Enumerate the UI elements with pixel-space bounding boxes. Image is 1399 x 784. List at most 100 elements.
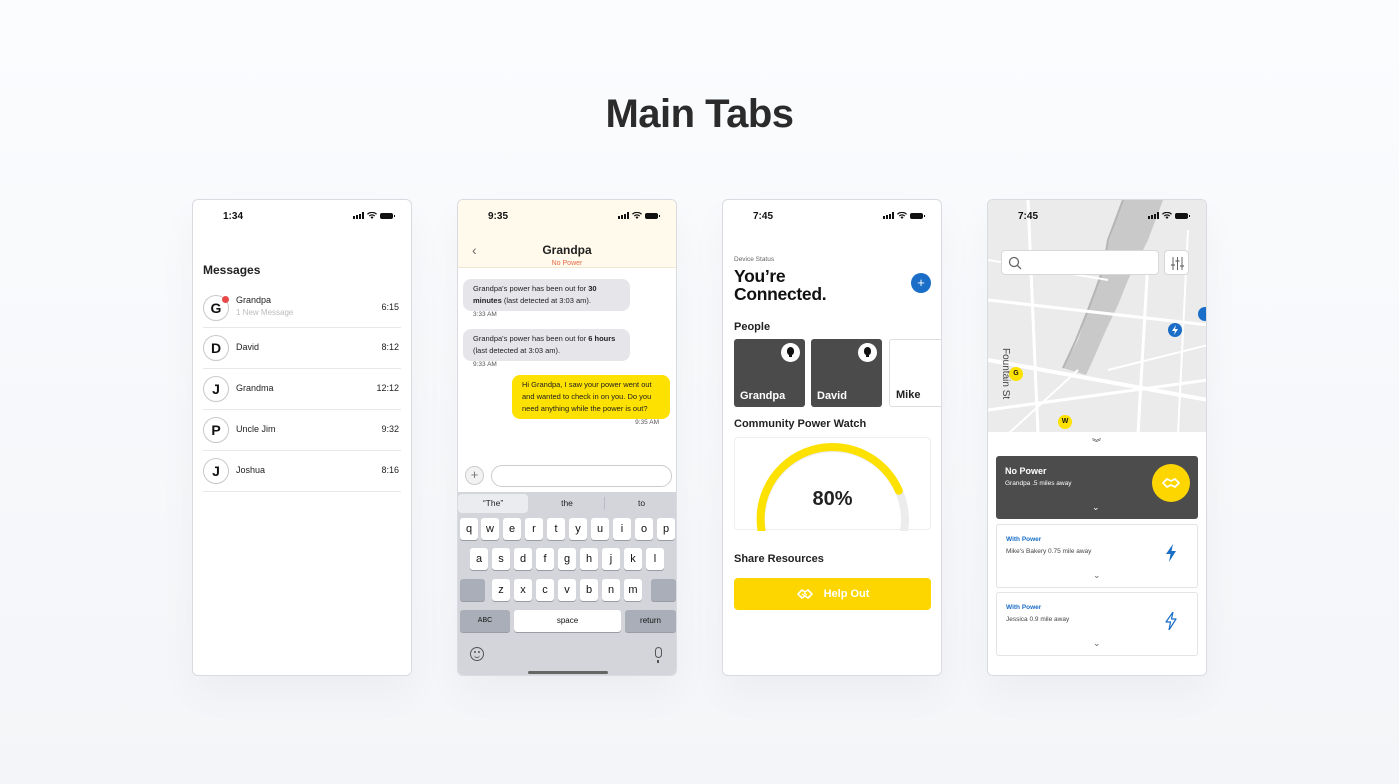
key-y[interactable]: y xyxy=(569,518,587,540)
key-t[interactable]: t xyxy=(547,518,565,540)
signal-icon xyxy=(883,212,894,219)
key-b[interactable]: b xyxy=(580,579,598,601)
key-n[interactable]: n xyxy=(602,579,620,601)
map-view[interactable]: 7:45 G W Fountain St xyxy=(988,200,1206,434)
space-key[interactable]: space xyxy=(514,610,621,632)
person-pin-w[interactable]: W xyxy=(1058,415,1072,429)
conversation-time: 9:32 xyxy=(381,424,399,434)
status-bar: 9:35 xyxy=(458,200,676,232)
map-phone: 7:45 G W Fountain St ︾ No Power Grandpa … xyxy=(987,199,1207,676)
key-p[interactable]: p xyxy=(657,518,675,540)
conversation-time: 12:12 xyxy=(376,383,399,393)
person-name: Grandpa xyxy=(740,390,786,402)
key-z[interactable]: z xyxy=(492,579,510,601)
card-subtitle: Mike's Bakery 0.75 mile away xyxy=(1006,548,1092,555)
avatar: J xyxy=(203,458,229,484)
conversation-time: 8:16 xyxy=(381,465,399,475)
chevron-down-icon[interactable]: ⌄ xyxy=(1093,570,1101,581)
key-h[interactable]: h xyxy=(580,548,598,570)
location-card-no-power[interactable]: No Power Grandpa .5 miles away ⌄ xyxy=(996,456,1198,519)
key-s[interactable]: s xyxy=(492,548,510,570)
key-l[interactable]: l xyxy=(646,548,664,570)
key-r[interactable]: r xyxy=(525,518,543,540)
outgoing-message: Hi Grandpa, I saw your power went out an… xyxy=(512,375,670,419)
key-m[interactable]: m xyxy=(624,579,642,601)
conversation-grandpa[interactable]: G Grandpa 1 New Message 6:15 xyxy=(203,288,401,328)
key-g[interactable]: g xyxy=(558,548,576,570)
status-phone: 7:45 Device Status You’re Connected. + P… xyxy=(722,199,942,676)
key-j[interactable]: j xyxy=(602,548,620,570)
key-i[interactable]: i xyxy=(613,518,631,540)
conversation-grandma[interactable]: J Grandma 12:12 xyxy=(203,369,401,410)
location-card-with-power[interactable]: With Power Mike's Bakery 0.75 mile away … xyxy=(996,524,1198,588)
device-status-label: Device Status xyxy=(734,256,775,263)
message-timestamp: 9:35 AM xyxy=(635,419,659,426)
key-a[interactable]: a xyxy=(470,548,488,570)
messages-title: Messages xyxy=(203,263,261,277)
conversation-subtitle: 1 New Message xyxy=(236,308,294,317)
return-key[interactable]: return xyxy=(625,610,676,632)
person-card-david[interactable]: David xyxy=(811,339,882,407)
filter-button[interactable] xyxy=(1164,250,1189,275)
add-attachment-button[interactable]: + xyxy=(465,466,484,485)
microphone-icon[interactable] xyxy=(655,647,662,663)
person-pin-g[interactable]: G xyxy=(1009,367,1023,381)
power-pin[interactable] xyxy=(1198,307,1206,321)
help-out-label: Help Out xyxy=(823,588,870,600)
card-subtitle: Grandpa .5 miles away xyxy=(1005,480,1072,487)
conversation-name: Grandpa xyxy=(236,295,272,305)
conversation-david[interactable]: D David 8:12 xyxy=(203,328,401,369)
chat-phone: 9:35 ‹ Grandpa No Power Grandpa's power … xyxy=(457,199,677,676)
key-w[interactable]: w xyxy=(481,518,499,540)
key-f[interactable]: f xyxy=(536,548,554,570)
conversation-joshua[interactable]: J Joshua 8:16 xyxy=(203,451,401,492)
key-d[interactable]: d xyxy=(514,548,532,570)
home-indicator xyxy=(528,671,608,674)
conversation-list: G Grandpa 1 New Message 6:15 D David 8:1… xyxy=(203,288,401,492)
conversation-uncle-jim[interactable]: P Uncle Jim 9:32 xyxy=(203,410,401,451)
page-title: Main Tabs xyxy=(605,92,794,136)
key-c[interactable]: c xyxy=(536,579,554,601)
add-person-button[interactable]: + xyxy=(911,273,931,293)
map-search-input[interactable] xyxy=(1001,250,1159,275)
chevron-down-icon[interactable]: ⌄ xyxy=(1093,638,1101,649)
shift-key[interactable] xyxy=(460,579,485,601)
key-o[interactable]: o xyxy=(635,518,653,540)
handshake-badge xyxy=(1152,464,1190,502)
key-u[interactable]: u xyxy=(591,518,609,540)
wifi-icon xyxy=(367,212,377,219)
handshake-icon xyxy=(796,589,813,599)
chevron-down-icon[interactable]: ⌄ xyxy=(1092,502,1100,513)
person-name: Mike xyxy=(896,389,921,401)
conversation-name: Uncle Jim xyxy=(236,424,276,434)
people-title: People xyxy=(734,321,771,333)
backspace-key[interactable] xyxy=(651,579,676,601)
double-chevron-down-icon[interactable]: ︾ xyxy=(1092,436,1101,449)
suggestion-1[interactable]: “The” xyxy=(458,494,528,513)
key-q[interactable]: q xyxy=(460,518,478,540)
search-icon xyxy=(1008,256,1022,270)
key-v[interactable]: v xyxy=(558,579,576,601)
suggestion-2[interactable]: the xyxy=(530,494,604,513)
person-card-grandpa[interactable]: Grandpa xyxy=(734,339,805,407)
suggestion-3[interactable]: to xyxy=(605,494,676,513)
location-card-with-power[interactable]: With Power Jessica 0.9 mile away ⌄ xyxy=(996,592,1198,656)
emoji-icon[interactable] xyxy=(470,647,484,661)
message-input[interactable] xyxy=(491,465,672,487)
key-k[interactable]: k xyxy=(624,548,642,570)
help-out-button[interactable]: Help Out xyxy=(734,578,931,610)
incoming-message: Grandpa's power has been out for 6 hours… xyxy=(463,329,630,361)
wifi-icon xyxy=(632,212,642,219)
conversation-name: Joshua xyxy=(236,465,266,475)
gauge-arc xyxy=(756,443,909,531)
share-title: Share Resources xyxy=(734,553,824,565)
abc-key[interactable]: ABC xyxy=(460,610,510,632)
status-time: 7:45 xyxy=(1018,211,1039,222)
person-card-mike[interactable]: Mike xyxy=(889,339,941,407)
power-pin[interactable] xyxy=(1168,323,1182,337)
key-e[interactable]: e xyxy=(503,518,521,540)
wifi-icon xyxy=(897,212,907,219)
key-x[interactable]: x xyxy=(514,579,532,601)
gauge-value: 80% xyxy=(812,488,853,510)
status-icons xyxy=(883,212,925,219)
